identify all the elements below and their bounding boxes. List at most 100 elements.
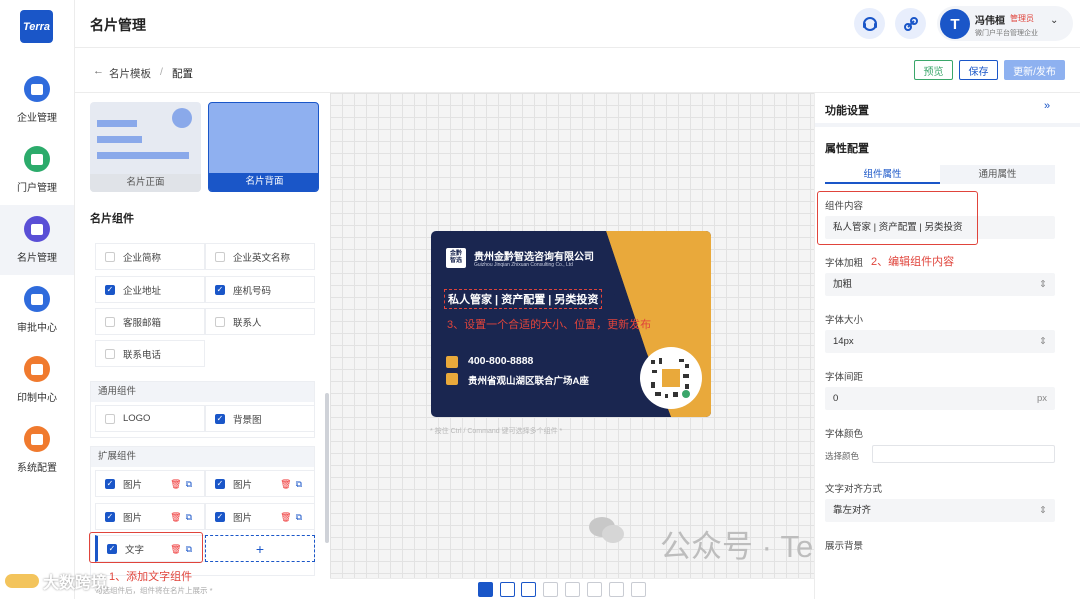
template-front-label: 名片正面 (90, 174, 201, 192)
sidebar-item-settings[interactable]: 系统配置 (0, 415, 74, 485)
checkbox: ✓ (105, 284, 115, 295)
canvas-toolbar (330, 578, 814, 599)
collapse-icon[interactable]: » (1044, 100, 1050, 112)
size-label: 字体大小 (825, 315, 864, 326)
publish-button[interactable]: 更新/发布 (1004, 60, 1065, 80)
preview-button[interactable]: 预览 (914, 60, 953, 80)
component-checkbox[interactable]: 联系人 (205, 308, 315, 335)
scrollbar[interactable] (325, 393, 329, 543)
company-name[interactable]: 贵州金黔智选咨询有限公司 (474, 248, 594, 263)
color-pick-label: 选择颜色 (825, 451, 860, 461)
spacing-input[interactable]: 0 px (825, 387, 1055, 410)
component-checkbox[interactable]: ✓ 企业地址 (95, 276, 205, 303)
sidebar-item-approval[interactable]: 审批中心 (0, 275, 74, 345)
card-icon (24, 216, 50, 242)
checkbox (105, 316, 115, 327)
component-label: 企业简称 (123, 252, 162, 264)
slogan-text[interactable]: 私人管家 | 资产配置 | 另类投资 (444, 289, 603, 309)
align-bottom-icon[interactable] (609, 582, 624, 597)
support-icon[interactable] (854, 8, 885, 39)
bold-select[interactable]: 加粗 ⇕ (825, 273, 1055, 296)
delete-copy-icon[interactable]: 🗑⧉ (280, 479, 306, 490)
tab-component-attr[interactable]: 组件属性 (825, 165, 940, 184)
group-title: 扩展组件 (91, 447, 314, 467)
component-checkbox[interactable]: ✓ 背景图 (205, 405, 315, 432)
add-component-button[interactable]: + (205, 535, 315, 562)
align-select[interactable]: 靠左对齐 ⇕ (825, 499, 1055, 522)
divider (815, 123, 1080, 127)
tab-general-attr[interactable]: 通用属性 (940, 165, 1055, 184)
component-checkbox[interactable]: ✓ 座机号码 (205, 276, 315, 303)
placeholder-bar (97, 120, 137, 127)
save-button[interactable]: 保存 (959, 60, 998, 80)
component-label: 联系电话 (123, 349, 162, 361)
select-arrow-icon: ⇕ (1039, 279, 1047, 290)
color-picker[interactable] (872, 445, 1055, 463)
align-top-icon[interactable] (587, 582, 602, 597)
component-label: 图片 (233, 479, 253, 491)
location-icon (446, 373, 458, 385)
component-label: 图片 (233, 512, 253, 524)
card-address[interactable]: 贵州省观山湖区联合广场A座 (468, 373, 589, 387)
sidebar-item-portal[interactable]: 门户管理 (0, 135, 74, 205)
template-back-label: 名片背面 (209, 173, 318, 191)
attribute-config-title: 属性配置 (825, 143, 869, 155)
company-english-name[interactable]: Guizhou Jinqian Zhixuan Consulting Co., … (474, 262, 573, 268)
qr-pattern (649, 356, 693, 400)
eye-icon[interactable] (478, 582, 493, 597)
card-phone[interactable]: 400-800-8888 (468, 355, 533, 367)
sidebar-item-label: 企业管理 (17, 113, 57, 124)
link-icon[interactable] (895, 8, 926, 39)
function-settings-title: 功能设置 (825, 105, 869, 117)
component-checkbox[interactable]: 联系电话 (95, 340, 205, 367)
component-checkbox[interactable]: ✓ 图片 🗑⧉ (95, 470, 205, 497)
print-icon (24, 356, 50, 382)
property-panel: 功能设置 » 属性配置 组件属性 通用属性 组件内容 私人管家 | 资产配置 |… (814, 93, 1080, 599)
component-checkbox[interactable]: 企业简称 (95, 243, 205, 270)
breadcrumb-back[interactable]: 名片模板 (109, 66, 151, 81)
checkbox (105, 348, 115, 359)
component-checkbox[interactable]: 客服邮箱 (95, 308, 205, 335)
component-checkbox[interactable]: ✓ 图片 🗑⧉ (205, 470, 315, 497)
component-label: 企业地址 (123, 285, 162, 297)
component-checkbox[interactable]: 企业英文名称 (205, 243, 315, 270)
back-arrow-icon[interactable]: ← (93, 65, 104, 77)
color-label: 字体颜色 (825, 429, 864, 440)
checkbox (215, 316, 225, 327)
align-right-icon[interactable] (565, 582, 580, 597)
align-center-h-icon[interactable] (521, 582, 536, 597)
spacing-label: 字体间距 (825, 372, 864, 383)
sidebar-item-card[interactable]: 名片管理 (0, 205, 74, 275)
distribute-icon[interactable] (631, 582, 646, 597)
delete-copy-icon[interactable]: 🗑⧉ (170, 479, 196, 490)
delete-copy-icon[interactable]: 🗑⧉ (170, 512, 196, 523)
placeholder-circle (172, 108, 192, 128)
sidebar-item-print[interactable]: 印制中心 (0, 345, 74, 415)
align-left-icon[interactable] (543, 582, 558, 597)
align-center-v-icon[interactable] (500, 582, 515, 597)
checkbox: ✓ (215, 478, 225, 489)
select-arrow-icon: ⇕ (1039, 505, 1047, 516)
phone-icon (446, 356, 458, 368)
user-role-badge: 管理员 (1010, 14, 1034, 23)
sidebar-item-enterprise[interactable]: 企业管理 (0, 65, 74, 135)
annotation-step2: 2、编辑组件内容 (871, 256, 955, 268)
template-front[interactable]: 名片正面 (90, 102, 201, 192)
design-canvas[interactable]: 金黔 智选 贵州金黔智选咨询有限公司 Guizhou Jinqian Zhixu… (330, 93, 944, 578)
sidebar: Terra 企业管理 门户管理 名片管理 审批中心 印制中心 系统配置 (0, 0, 75, 599)
template-back[interactable]: 名片背面 (208, 102, 319, 192)
settings-icon (24, 426, 50, 452)
component-checkbox[interactable]: ✓ 图片 🗑⧉ (95, 503, 205, 530)
component-label: 联系人 (233, 317, 262, 329)
annotation-box-step2 (817, 191, 978, 245)
align-label: 文字对齐方式 (825, 484, 883, 495)
size-select[interactable]: 14px ⇕ (825, 330, 1055, 353)
component-checkbox[interactable]: ✓ 图片 🗑⧉ (205, 503, 315, 530)
portal-icon (24, 146, 50, 172)
component-checkbox[interactable]: LOGO (95, 405, 205, 432)
sidebar-item-label: 审批中心 (17, 323, 57, 334)
app-logo[interactable]: Terra (20, 10, 53, 43)
checkbox: ✓ (215, 284, 225, 295)
delete-copy-icon[interactable]: 🗑⧉ (280, 512, 306, 523)
user-menu[interactable]: T 冯伟桓 管理员 微门户平台管理企业 ⌄ (937, 6, 1073, 41)
